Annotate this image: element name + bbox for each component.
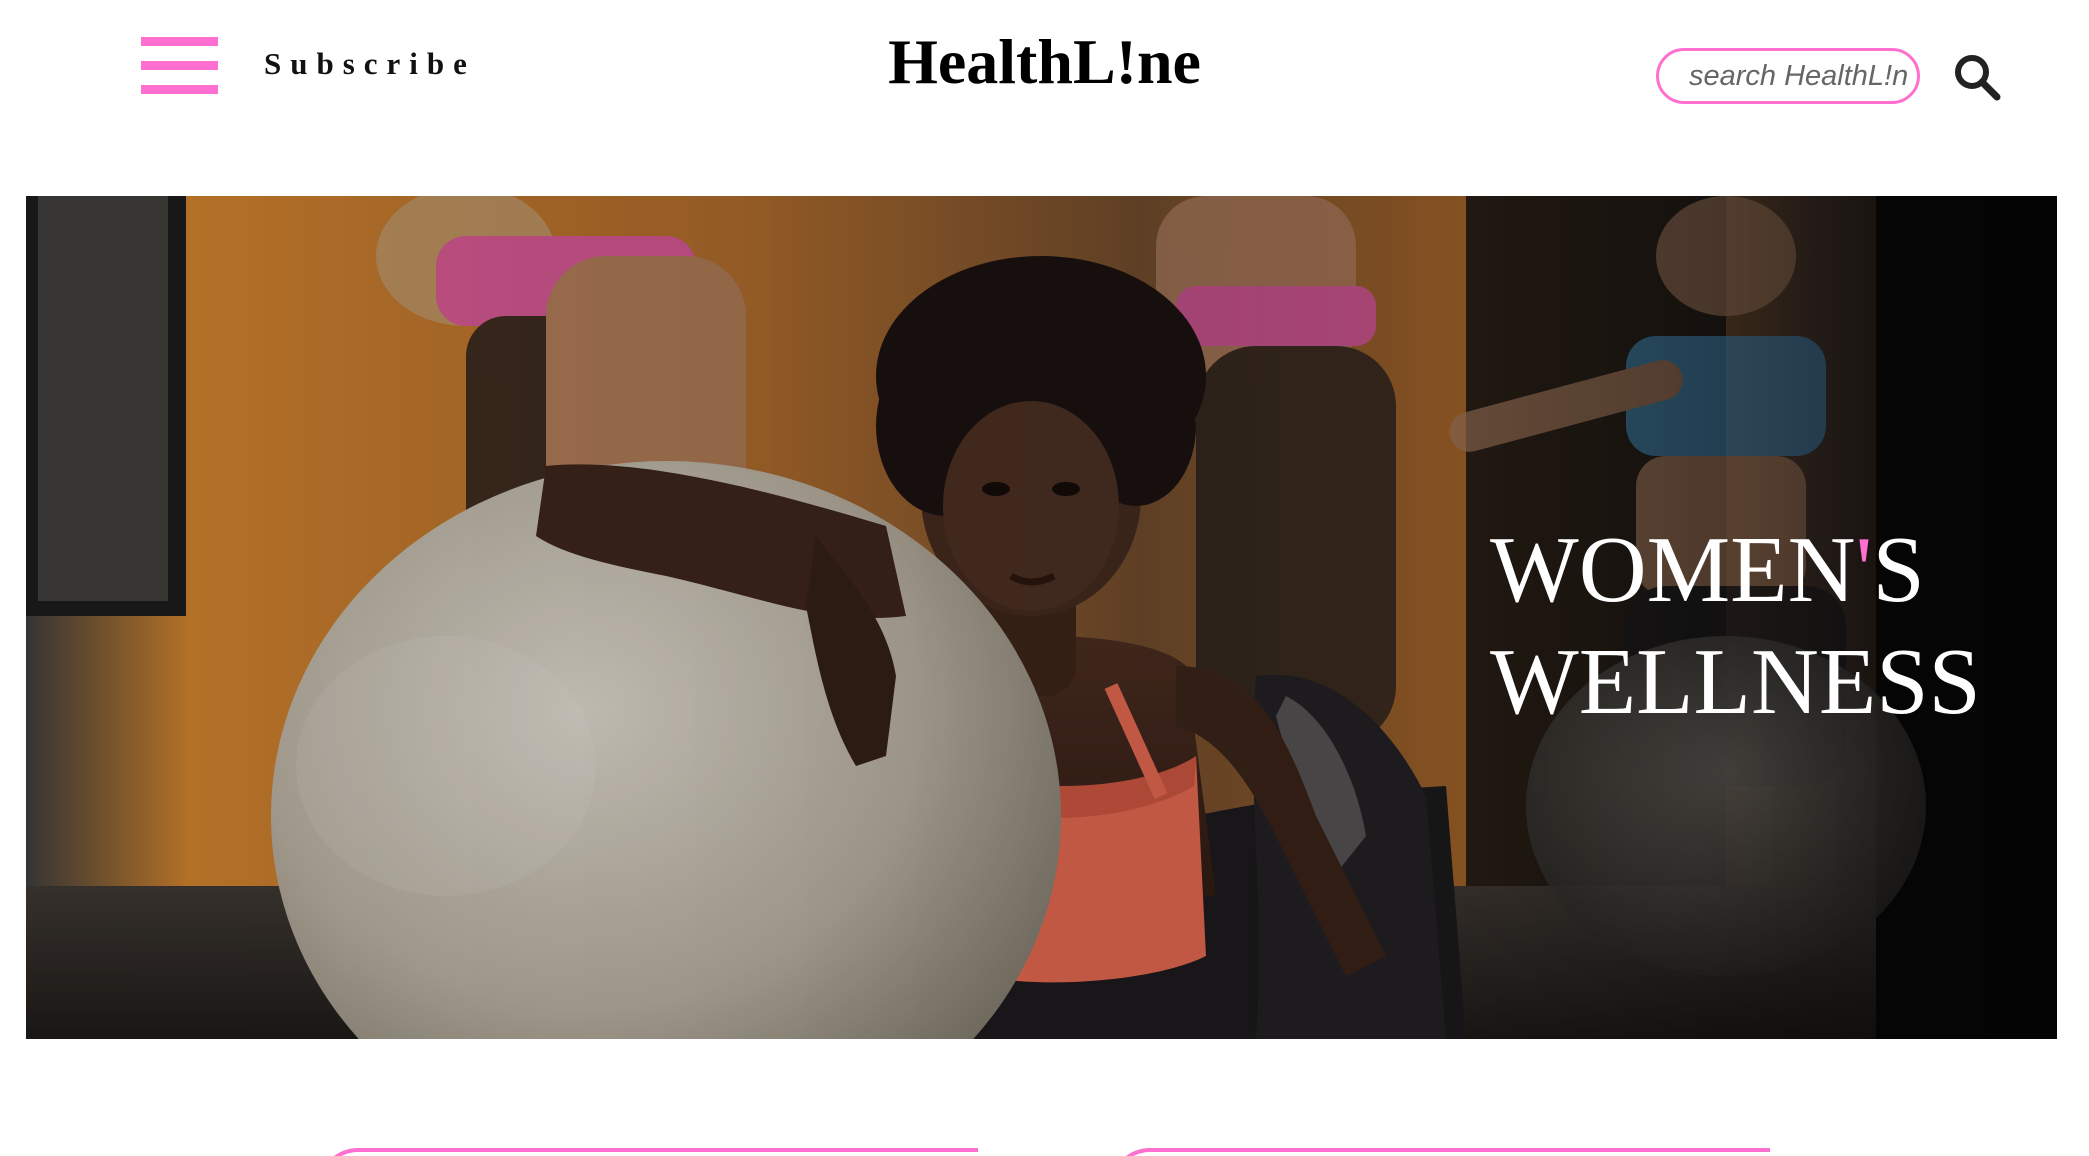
category-card[interactable] bbox=[1110, 1148, 1770, 1156]
menu-bar bbox=[141, 37, 218, 46]
site-logo[interactable]: HealthL!ne bbox=[888, 26, 1201, 97]
search-input[interactable] bbox=[1656, 48, 1920, 104]
menu-bar bbox=[141, 61, 218, 70]
hero-title-s: S bbox=[1872, 518, 1925, 622]
page: Subscribe HealthL!ne search HealthL!ne..… bbox=[0, 0, 2089, 1156]
subscribe-link[interactable]: Subscribe bbox=[264, 48, 476, 79]
search-icon[interactable] bbox=[1952, 52, 2002, 102]
menu-bar bbox=[141, 85, 218, 94]
hamburger-menu-icon[interactable] bbox=[141, 37, 218, 95]
hero-banner: WOMEN'S WELLNESS bbox=[26, 196, 2057, 1039]
hero-title: WOMEN'S WELLNESS bbox=[1490, 514, 1981, 738]
hero-title-line2: WELLNESS bbox=[1490, 630, 1981, 734]
hero-title-word-women: WOMEN bbox=[1490, 518, 1856, 622]
hero-title-line1: WOMEN'S bbox=[1490, 514, 1981, 626]
hero-title-apostrophe: ' bbox=[1855, 518, 1873, 622]
category-card[interactable] bbox=[318, 1148, 978, 1156]
